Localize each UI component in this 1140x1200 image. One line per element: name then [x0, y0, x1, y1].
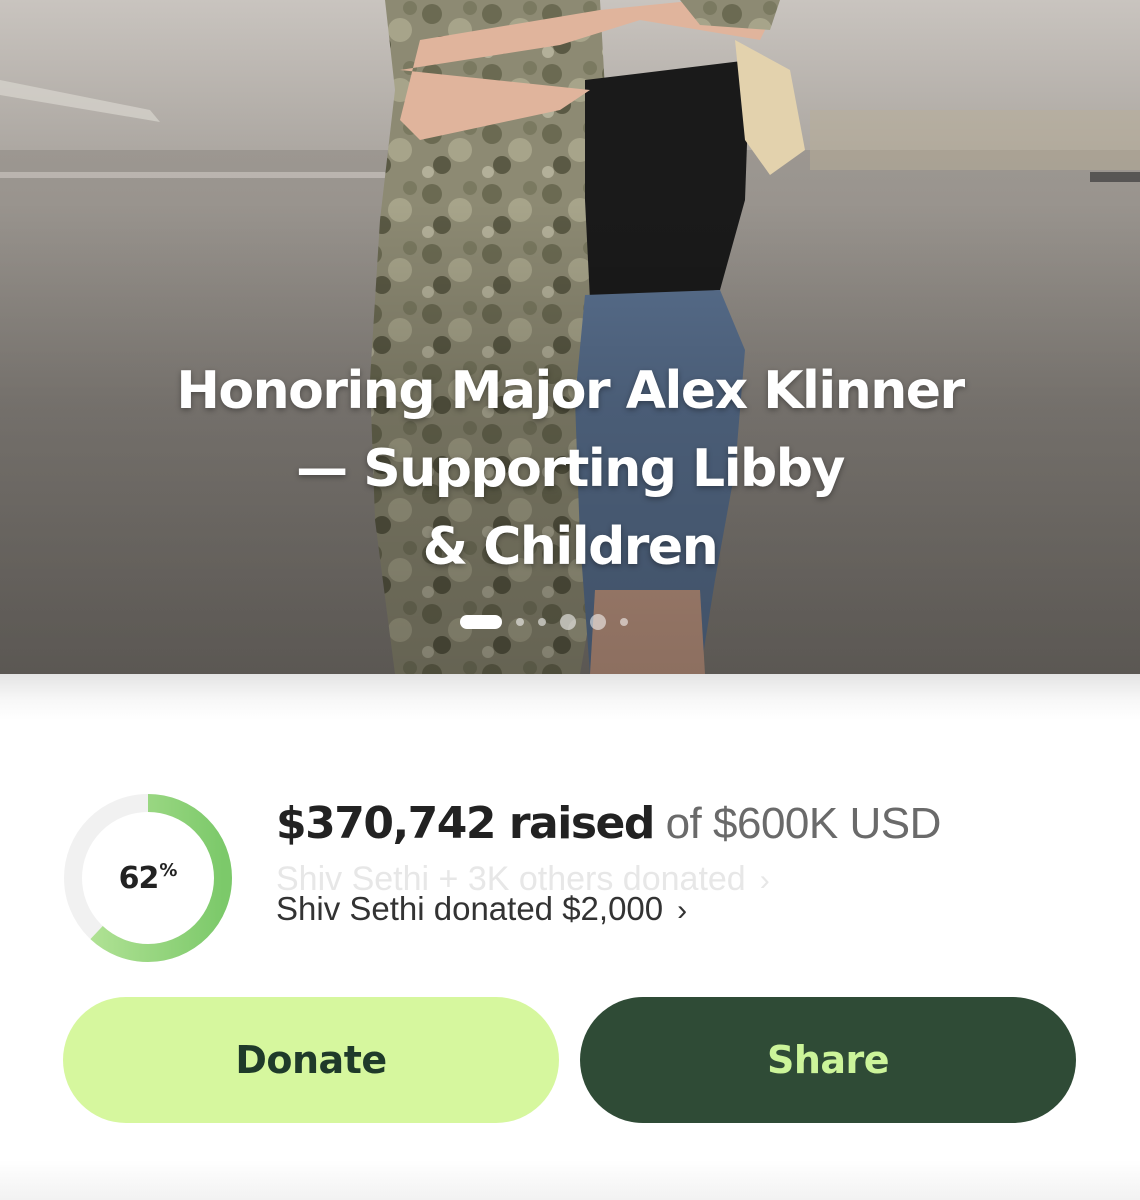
title-line-1: Honoring Major Alex Klinner: [176, 361, 965, 421]
bottom-fade: [0, 1160, 1140, 1200]
chevron-right-icon: ›: [759, 864, 770, 897]
carousel-dot-1[interactable]: [460, 615, 502, 629]
campaign-title: Honoring Major Alex Klinner — Supporting…: [120, 352, 1020, 586]
carousel-dot-5[interactable]: [590, 614, 606, 630]
share-button[interactable]: Share: [580, 997, 1076, 1123]
donate-button[interactable]: Donate: [63, 997, 559, 1123]
progress-percent: 62%: [62, 792, 234, 964]
hero-carousel[interactable]: Honoring Major Alex Klinner — Supporting…: [0, 0, 1140, 674]
donor-ticker-current[interactable]: Shiv Sethi donated $2,000 ›: [276, 886, 687, 934]
progress-percent-number: 62: [118, 860, 160, 896]
carousel-dot-3[interactable]: [538, 618, 546, 626]
fundraiser-page: Honoring Major Alex Klinner — Supporting…: [0, 0, 1140, 1200]
carousel-dot-2[interactable]: [516, 618, 524, 626]
donor-ticker: Shiv Sethi + 3K others donated › Shiv Set…: [276, 856, 896, 936]
donor-ticker-current-text: Shiv Sethi donated $2,000: [276, 890, 664, 927]
carousel-dot-4[interactable]: [560, 614, 576, 630]
chevron-right-icon: ›: [677, 894, 688, 927]
title-line-3: & Children: [422, 517, 719, 577]
raised-summary: $370,742 raised of $600K USD: [276, 794, 941, 854]
carousel-indicators: [460, 612, 628, 632]
hero-bottom-fade: [0, 674, 1140, 720]
carousel-dot-6[interactable]: [620, 618, 628, 626]
raised-amount: $370,742 raised: [276, 798, 655, 849]
goal-text: of $600K USD: [665, 799, 942, 848]
progress-percent-sign: %: [159, 859, 178, 881]
title-line-2: — Supporting Libby: [296, 439, 845, 499]
